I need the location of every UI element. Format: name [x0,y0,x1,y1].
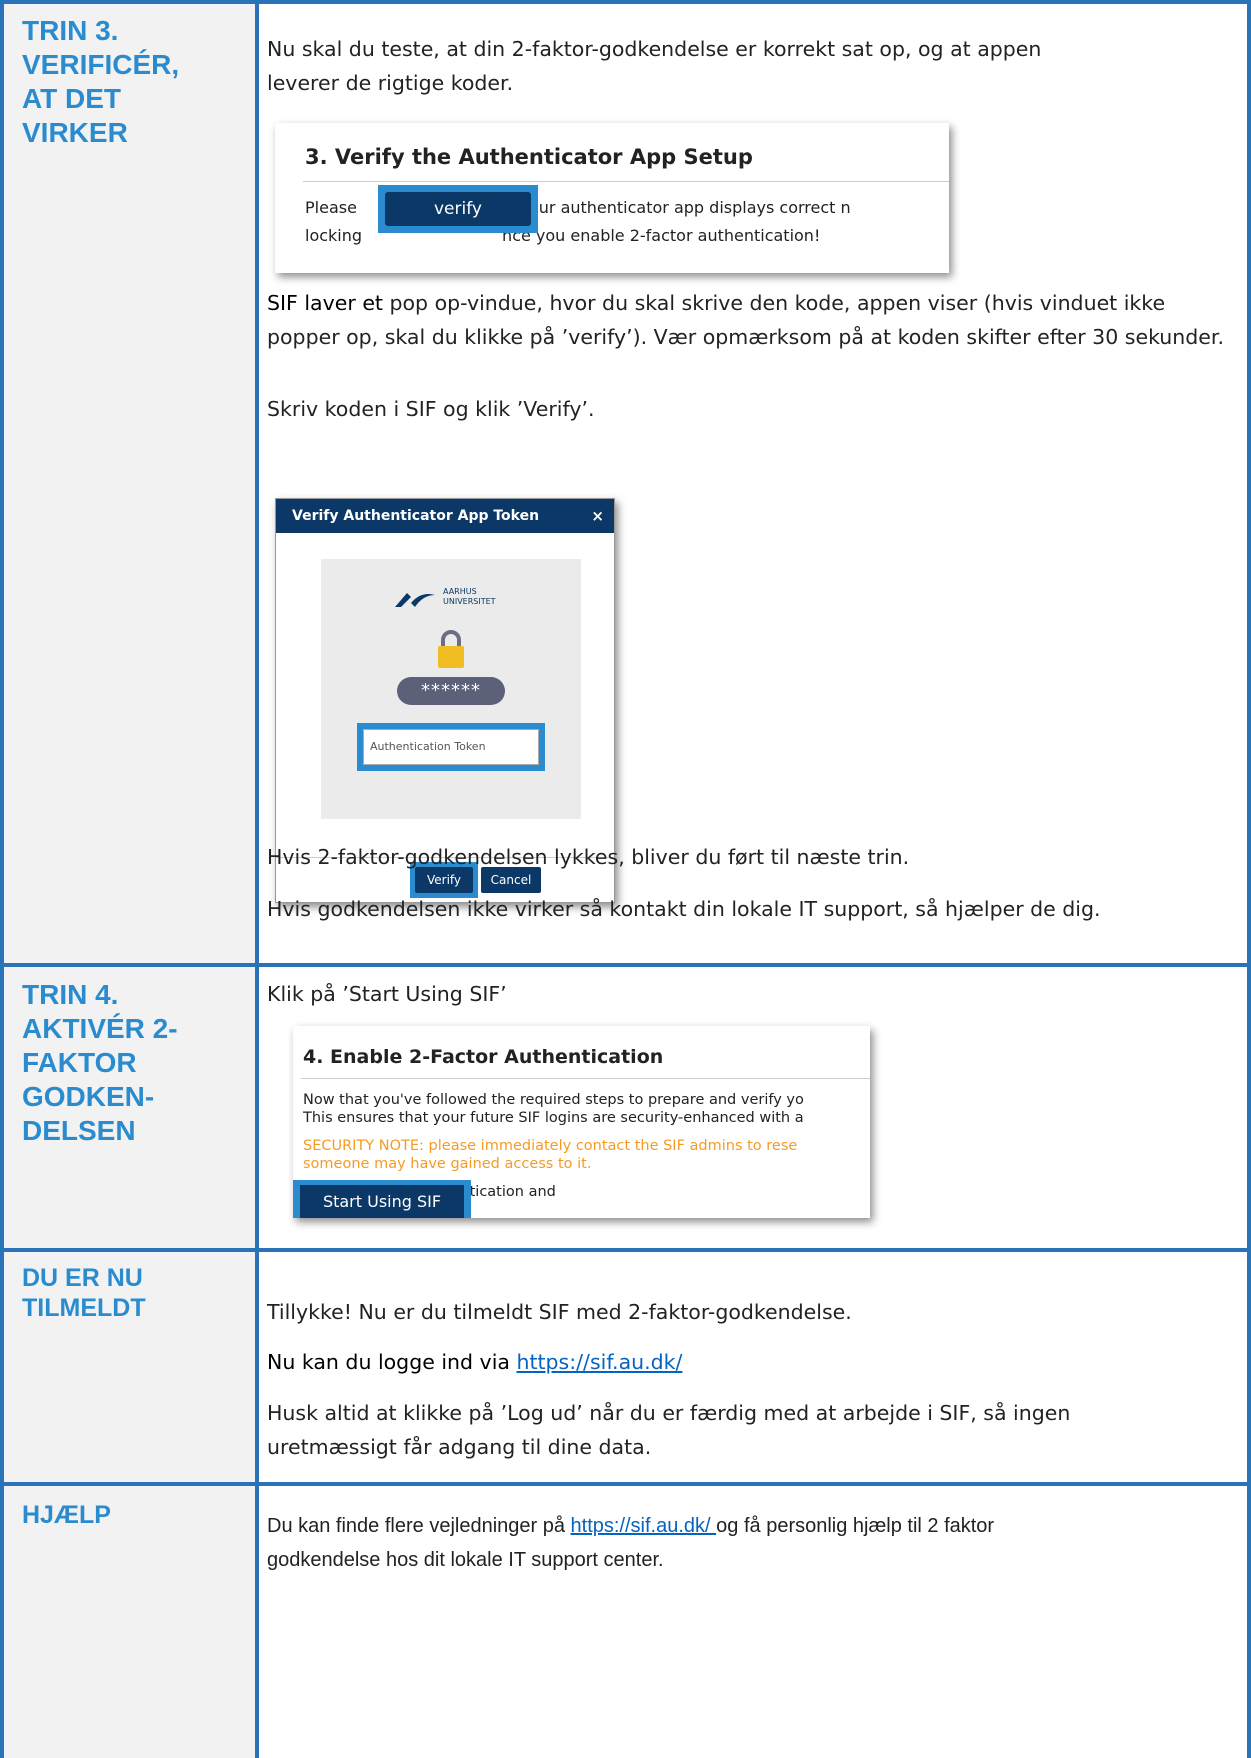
step4-intro: Klik på ’Start Using SIF’ [267,982,507,1006]
enable-2fa-title: 4. Enable 2-Factor Authentication [303,1046,664,1068]
enable-2fa-line2: This ensures that your future SIF logins… [303,1110,804,1126]
lock-icon [438,630,464,668]
help-heading: HJÆLP [22,1501,111,1529]
sif-login-link[interactable]: https://sif.au.dk/ [516,1350,682,1374]
step3-popup-text: SIF laver et pop op-vindue, hvor du skal… [267,286,1237,354]
verify-setup-line2-suffix: nce you enable 2-factor authentication! [502,226,821,245]
table-divider-1 [0,963,1251,967]
verify-setup-screenshot: 3. Verify the Authenticator App Setup Pl… [275,123,949,273]
step3-success: Hvis 2-faktor-godkendelsen lykkes, blive… [267,845,910,869]
registered-logout-reminder: Husk altid at klikke på ’Log ud’ når du … [267,1401,1071,1459]
sif-help-link[interactable]: https://sif.au.dk/ [571,1515,717,1537]
step3-failure: Hvis godkendelsen ikke virker så kontakt… [267,897,1101,921]
step3-intro: Nu skal du teste, at din 2-faktor-godken… [267,37,1042,95]
table-divider-3 [0,1482,1251,1486]
university-logo-text: AARHUS UNIVERSITET [443,587,496,606]
university-logo-icon [395,593,435,607]
start-using-sif-highlight: Start Using SIF [293,1180,471,1218]
verify-setup-rule [303,181,949,182]
registered-heading: DU ER NU TILMELDT [22,1264,146,1322]
token-dialog-titlebar: Verify Authenticator App Token × [276,499,614,533]
verify-setup-line2-prefix: locking [305,226,363,245]
security-note-line2: someone may have gained access to it. [303,1156,592,1172]
token-input-highlight: Authentication Token [357,723,545,771]
step3-write-code: Skriv koden i SIF og klik ’Verify’. [267,397,595,421]
enable-2fa-rule [301,1078,870,1079]
registered-congrats: Tillykke! Nu er du tilmeldt SIF med 2-fa… [267,1300,852,1324]
table-border-left [0,0,4,1758]
close-icon[interactable]: × [591,499,604,533]
token-dialog-title: Verify Authenticator App Token [292,508,540,524]
login-prefix: Nu kan du logge ind via [267,1350,517,1374]
table-border-right [1247,0,1251,1758]
table-column-divider [255,0,259,1758]
step4-heading: TRIN 4. AKTIVÉR 2- FAKTOR GODKEN- DELSEN [22,979,178,1146]
table-border-top [0,0,1251,4]
enable-2fa-line1: Now that you've followed the required st… [303,1092,804,1108]
token-dialog-panel: AARHUS UNIVERSITET ****** Authentication… [321,559,581,819]
table-divider-2 [0,1248,1251,1252]
step3-heading: TRIN 3. VERIFICÉR, AT DET VIRKER [22,15,180,148]
enable-2fa-screenshot: 4. Enable 2-Factor Authentication Now th… [293,1026,870,1218]
help-prefix: Du kan finde flere vejledninger på [267,1515,571,1537]
registered-login-line: Nu kan du logge ind via https://sif.au.d… [267,1345,1237,1379]
verify-setup-title: 3. Verify the Authenticator App Setup [305,145,753,169]
security-note-line1: SECURITY NOTE: please immediately contac… [303,1138,798,1154]
verify-button[interactable]: verify [385,192,531,226]
password-mask: ****** [397,677,505,705]
start-using-sif-button[interactable]: Start Using SIF [300,1185,464,1218]
help-text: Du kan finde flere vejledninger på https… [267,1509,1237,1577]
verify-setup-line1-prefix: Please [305,198,357,217]
verify-highlight: verify [378,185,538,233]
step3-popup-rest: pop op-vindue, hvor du skal skrive den k… [267,291,1224,349]
step3-popup-lead: SIF laver et [267,291,383,315]
token-input[interactable]: Authentication Token [363,729,539,765]
